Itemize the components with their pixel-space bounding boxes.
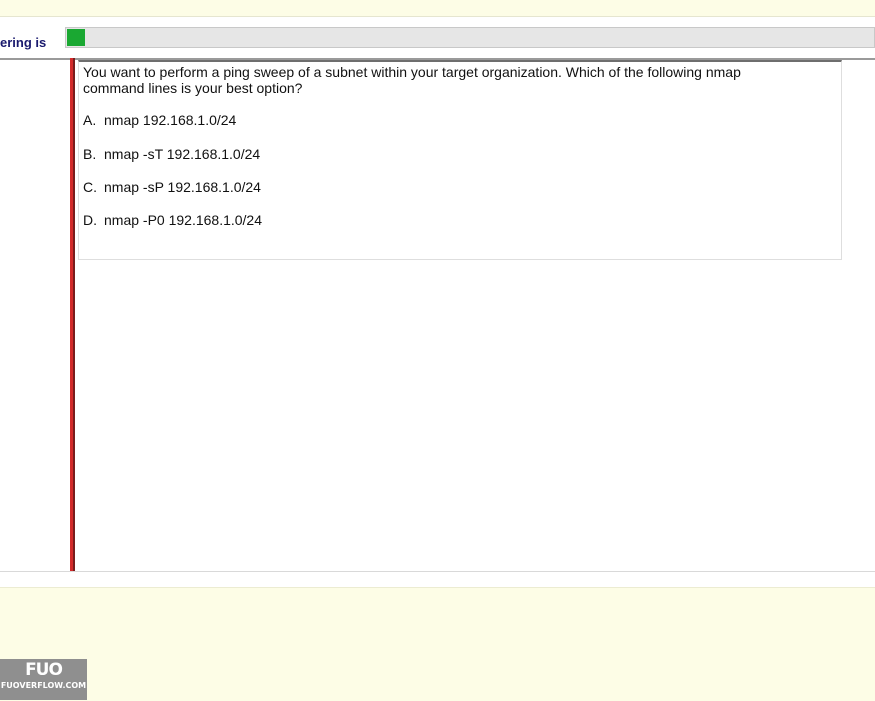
option-letter: B.: [83, 146, 97, 162]
top-band: [0, 0, 875, 17]
content-divider: [0, 571, 875, 572]
option-text: nmap -P0 192.168.1.0/24: [104, 212, 263, 228]
option-b[interactable]: B. nmap -sT 192.168.1.0/24: [83, 146, 260, 162]
option-letter: A.: [83, 112, 97, 128]
bottom-band: [0, 587, 875, 701]
question-panel: You want to perform a ping sweep of a su…: [78, 60, 842, 260]
question-text: You want to perform a ping sweep of a su…: [83, 64, 741, 96]
option-text: nmap 192.168.1.0/24: [104, 112, 237, 128]
watermark-logo: FUO FUOVERFLOW.COM: [0, 659, 87, 700]
progress-bar: [65, 27, 875, 48]
header-row: ering is: [0, 17, 875, 60]
option-a[interactable]: A. nmap 192.168.1.0/24: [83, 112, 236, 128]
option-text: nmap -sT 192.168.1.0/24: [104, 146, 261, 162]
watermark-logo-text: FUO: [25, 660, 63, 680]
option-letter: D.: [83, 212, 97, 228]
option-letter: C.: [83, 179, 97, 195]
option-text: nmap -sP 192.168.1.0/24: [104, 179, 261, 195]
watermark-site-text: FUOVERFLOW.COM: [0, 681, 87, 690]
option-d[interactable]: D. nmap -P0 192.168.1.0/24: [83, 212, 262, 228]
option-c[interactable]: C. nmap -sP 192.168.1.0/24: [83, 179, 261, 195]
question-accent-bar: [70, 58, 75, 572]
progress-label: ering is: [0, 35, 47, 50]
progress-fill: [67, 29, 85, 46]
